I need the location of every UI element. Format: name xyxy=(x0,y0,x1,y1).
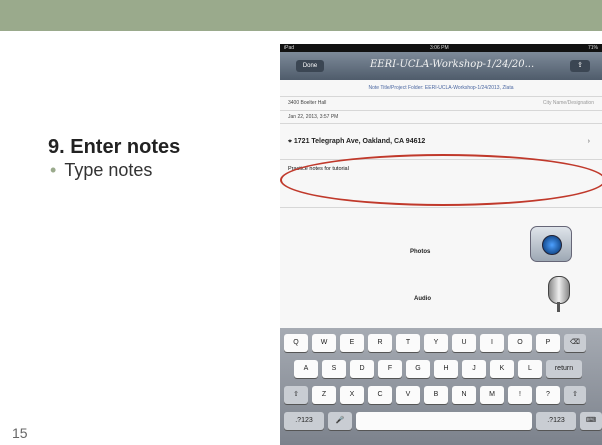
key-w[interactable]: W xyxy=(312,334,336,352)
key-o[interactable]: O xyxy=(508,334,532,352)
key-[interactable]: ! xyxy=(508,386,532,404)
location-designation: City Name/Designation xyxy=(542,100,594,106)
key-y[interactable]: Y xyxy=(424,334,448,352)
key-m[interactable]: M xyxy=(480,386,504,404)
slide-title: 9. Enter notes xyxy=(48,136,181,158)
key-[interactable]: ⌨ xyxy=(580,412,602,430)
photos-label: Photos xyxy=(410,249,431,255)
key-d[interactable]: D xyxy=(350,360,374,378)
key-b[interactable]: B xyxy=(424,386,448,404)
mic-head xyxy=(548,276,570,304)
key-a[interactable]: A xyxy=(294,360,318,378)
note-title: EERI-UCLA-Workshop-1/24/20... xyxy=(370,59,535,70)
key-z[interactable]: Z xyxy=(312,386,336,404)
key-[interactable]: 🎤 xyxy=(328,412,352,430)
audio-label: Audio xyxy=(414,296,431,302)
key-v[interactable]: V xyxy=(396,386,420,404)
keyboard-row-1: Q W E R T Y U I O P ⌫ xyxy=(280,334,602,354)
key-u[interactable]: U xyxy=(452,334,476,352)
key-k[interactable]: K xyxy=(490,360,514,378)
camera-lens xyxy=(542,235,562,255)
onscreen-keyboard: Q W E R T Y U I O P ⌫ A S D F G H J K Lreturn ⇧ Z X C V B N M!? ⇧ … xyxy=(280,328,602,445)
bullet-dot-icon: • xyxy=(50,160,57,180)
key-l[interactable]: L xyxy=(518,360,542,378)
key-r[interactable]: R xyxy=(368,334,392,352)
key-e[interactable]: E xyxy=(340,334,364,352)
battery-label: 71% xyxy=(587,45,598,51)
highlight-ellipse xyxy=(280,154,602,206)
location-row[interactable]: 3400 Boelter Hall City Name/Designation xyxy=(280,96,602,111)
navigation-bar: Done EERI-UCLA-Workshop-1/24/20... ⇪ xyxy=(280,52,602,80)
key-s[interactable]: S xyxy=(322,360,346,378)
key-i[interactable]: I xyxy=(480,334,504,352)
key-[interactable]: ⇧ xyxy=(284,386,308,404)
status-time: 3:06 PM xyxy=(430,45,449,51)
date-row: Jan 22, 2013, 3:57 PM xyxy=(280,110,602,124)
ipad-screenshot: iPad 3:06 PM 71% Done EERI-UCLA-Workshop… xyxy=(280,44,602,445)
keyboard-row-3: ⇧ Z X C V B N M!? ⇧ xyxy=(280,386,602,406)
status-bar: iPad 3:06 PM 71% xyxy=(280,44,602,52)
share-button[interactable]: ⇪ xyxy=(570,60,590,72)
slide-header-bar xyxy=(0,0,602,31)
mic-stem xyxy=(557,302,560,312)
microphone-icon[interactable] xyxy=(548,276,570,314)
bullet-text: Type notes xyxy=(64,160,153,180)
location-name: 3400 Boelter Hall xyxy=(288,100,327,106)
key-n[interactable]: N xyxy=(452,386,476,404)
key-[interactable]: ⇧ xyxy=(564,386,586,404)
key-g[interactable]: G xyxy=(406,360,430,378)
key-123[interactable]: .?123 xyxy=(284,412,324,430)
camera-icon[interactable] xyxy=(530,226,572,262)
key-[interactable]: ⌫ xyxy=(564,334,586,352)
keyboard-row-2: A S D F G H J K Lreturn xyxy=(280,360,602,380)
key-x[interactable]: X xyxy=(340,386,364,404)
key-q[interactable]: Q xyxy=(284,334,308,352)
key-[interactable]: ? xyxy=(536,386,560,404)
folder-row: Note Title/Project Folder: EERI-UCLA-Wor… xyxy=(280,80,602,97)
share-icon: ⇪ xyxy=(577,62,583,69)
key-123[interactable]: .?123 xyxy=(536,412,576,430)
key-c[interactable]: C xyxy=(368,386,392,404)
bullet-item: • Type notes xyxy=(50,160,152,181)
keyboard-row-4: .?123 🎤 .?123 ⌨ xyxy=(280,412,602,432)
page-number: 15 xyxy=(12,425,28,441)
key-h[interactable]: H xyxy=(434,360,458,378)
key-f[interactable]: F xyxy=(378,360,402,378)
device-label: iPad xyxy=(284,45,295,51)
key-t[interactable]: T xyxy=(396,334,420,352)
key-p[interactable]: P xyxy=(536,334,560,352)
key-return[interactable]: return xyxy=(546,360,582,378)
key-j[interactable]: J xyxy=(462,360,486,378)
address-text: 1721 Telegraph Ave, Oakland, CA 94612 xyxy=(293,138,426,145)
key-space[interactable] xyxy=(356,412,532,430)
chevron-right-icon: › xyxy=(587,138,590,145)
done-button[interactable]: Done xyxy=(296,60,324,72)
